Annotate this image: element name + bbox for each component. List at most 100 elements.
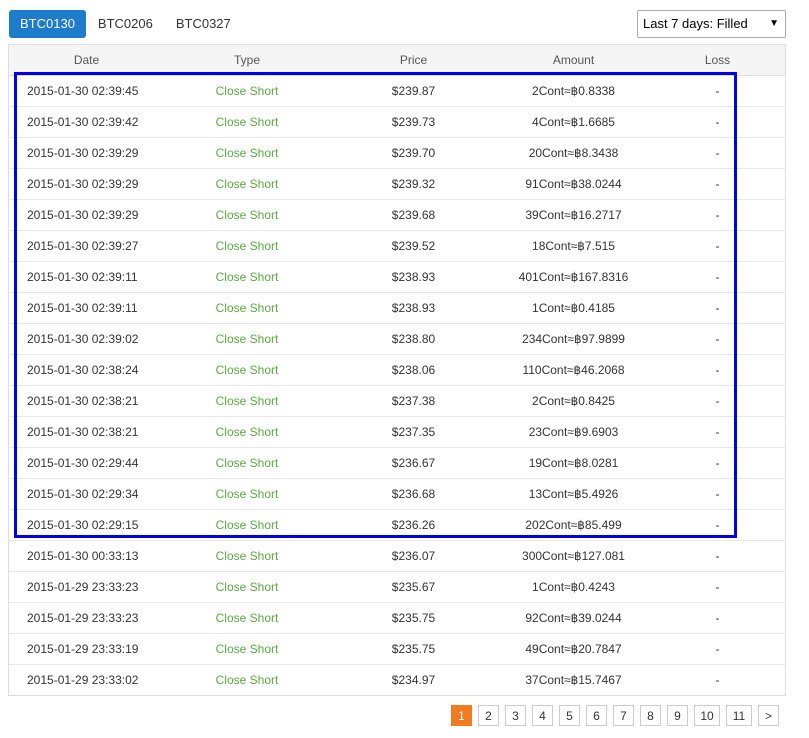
cell-loss: - (650, 571, 785, 603)
cell-price: $235.67 (330, 571, 497, 603)
cell-date: 2015-01-30 02:39:45 (27, 84, 139, 98)
header-amount[interactable]: Amount (497, 45, 650, 76)
cell-price: $239.32 (330, 168, 497, 200)
cell-amount: 37Cont≈฿15.7467 (497, 664, 650, 695)
cell-amount: 1Cont≈฿0.4185 (497, 292, 650, 324)
table-row: 2015-01-30 02:39:11 Close Short $238.93 401… (9, 261, 785, 293)
cell-type: Close Short (164, 261, 330, 293)
cell-type: Close Short (164, 106, 330, 138)
orders-table-container: Date Type Price Amount Loss 2015-01-30 0… (8, 44, 786, 696)
table-row: 2015-01-30 02:38:21 Close Short $237.38 2Co… (9, 385, 785, 417)
cell-amount: 91Cont≈฿38.0244 (497, 168, 650, 200)
cell-loss: - (650, 168, 785, 200)
cell-type: Close Short (164, 199, 330, 231)
cell-type: Close Short (164, 323, 330, 355)
cell-amount: 4Cont≈฿1.6685 (497, 106, 650, 138)
cell-date: 2015-01-30 00:33:13 (9, 540, 164, 572)
cell-date: 2015-01-30 02:39:02 (9, 323, 164, 355)
cell-price: $236.07 (330, 540, 497, 572)
page-button-6[interactable]: 6 (586, 705, 607, 726)
page-button-11[interactable]: 11 (726, 705, 752, 726)
cell-type: Close Short (164, 447, 330, 479)
cell-type: Close Short (164, 168, 330, 200)
header-price[interactable]: Price (330, 45, 497, 76)
cell-amount: 18Cont≈฿7.515 (497, 230, 650, 262)
cell-price: $235.75 (330, 602, 497, 634)
cell-price: $239.87 (391, 84, 436, 98)
cell-loss: - (650, 199, 785, 231)
cell-type: Close Short (164, 633, 330, 665)
cell-loss: - (650, 323, 785, 355)
page-button-1[interactable]: 1 (451, 705, 472, 726)
cell-date: 2015-01-30 02:29:44 (9, 447, 164, 479)
table-row: 2015-01-30 02:38:24 Close Short $238.06 110… (9, 354, 785, 386)
period-filter-select[interactable]: Last 7 days: Filled ▼ (637, 10, 786, 38)
tab-btc0206[interactable]: BTC0206 (87, 10, 164, 38)
header-date[interactable]: Date (9, 45, 164, 76)
cell-price: $238.06 (330, 354, 497, 386)
cell-loss: - (650, 633, 785, 665)
page-button-4[interactable]: 4 (532, 705, 553, 726)
page-button-10[interactable]: 10 (694, 705, 720, 726)
table-header-row: Date Type Price Amount Loss (9, 45, 785, 76)
cell-loss: - (650, 478, 785, 510)
header-type[interactable]: Type (164, 45, 330, 76)
cell-amount: 2Cont≈฿0.8338 (532, 84, 615, 98)
header-loss[interactable]: Loss (650, 45, 785, 76)
cell-date: 2015-01-30 02:38:24 (9, 354, 164, 386)
table-row: 2015-01-30 02:39:11 Close Short $238.93 1Co… (9, 292, 785, 324)
cell-price: $239.70 (330, 137, 497, 169)
cell-price: $235.75 (330, 633, 497, 665)
table-row: 2015-01-30 02:29:15 Close Short $236.26 202… (9, 509, 785, 541)
cell-date: 2015-01-29 23:33:23 (9, 571, 164, 603)
cell-loss: - (650, 664, 785, 695)
cell-price: $239.68 (330, 199, 497, 231)
cell-price: $236.26 (330, 509, 497, 541)
cell-type: Close Short (164, 137, 330, 169)
cell-date: 2015-01-30 02:38:21 (9, 385, 164, 417)
cell-loss: - (650, 447, 785, 479)
page-button-3[interactable]: 3 (505, 705, 526, 726)
cell-type: Close Short (164, 416, 330, 448)
table-row: 2015-01-30 02:39:27 Close Short $239.52 18C… (9, 230, 785, 262)
cell-amount: 92Cont≈฿39.0244 (497, 602, 650, 634)
cell-amount: 110Cont≈฿46.2068 (497, 354, 650, 386)
page-button-8[interactable]: 8 (640, 705, 661, 726)
cell-loss: - (650, 354, 785, 386)
next-page-button[interactable]: > (758, 705, 779, 726)
page-button-2[interactable]: 2 (478, 705, 499, 726)
cell-loss: - (650, 106, 785, 138)
cell-date: 2015-01-29 23:33:23 (9, 602, 164, 634)
cell-type: Close Short (164, 478, 330, 510)
page-button-9[interactable]: 9 (667, 705, 688, 726)
tab-btc0327[interactable]: BTC0327 (165, 10, 242, 38)
cell-price: $236.68 (330, 478, 497, 510)
table-row: 2015-01-30 00:33:13 Close Short $236.07 300… (9, 540, 785, 572)
cell-amount: 39Cont≈฿16.2717 (497, 199, 650, 231)
cell-loss: - (650, 540, 785, 572)
orders-table: Date Type Price Amount Loss 2015-01-30 0… (9, 45, 785, 695)
page-button-7[interactable]: 7 (613, 705, 634, 726)
cell-type: Close Short (164, 664, 330, 695)
cell-amount: 2Cont≈฿0.8425 (497, 385, 650, 417)
table-row: 2015-01-30 02:39:29 Close Short $239.32 91C… (9, 168, 785, 200)
cell-price: $236.67 (330, 447, 497, 479)
cell-date: 2015-01-30 02:39:29 (9, 168, 164, 200)
table-row: 2015-01-30 02:39:29 Close Short $239.68 39C… (9, 199, 785, 231)
cell-date: 2015-01-30 02:39:29 (9, 137, 164, 169)
cell-type: Close Short (164, 602, 330, 634)
cell-date: 2015-01-30 02:39:27 (9, 230, 164, 262)
table-row: 2015-01-30 02:29:44 Close Short $236.67 19C… (9, 447, 785, 479)
cell-price: $237.35 (330, 416, 497, 448)
tab-btc0130[interactable]: BTC0130 (9, 10, 86, 38)
cell-loss: - (650, 385, 785, 417)
table-row: 2015-01-29 23:33:23 Close Short $235.67 1Co… (9, 571, 785, 603)
page-button-5[interactable]: 5 (559, 705, 580, 726)
cell-amount: 401Cont≈฿167.8316 (497, 261, 650, 293)
table-row: 2015-01-29 23:33:23 Close Short $235.75 92C… (9, 602, 785, 634)
table-row: 2015-01-30 02:29:34 Close Short $236.68 13C… (9, 478, 785, 510)
cell-amount: 234Cont≈฿97.9899 (497, 323, 650, 355)
cell-loss: - (650, 602, 785, 634)
cell-type: Close Short (164, 385, 330, 417)
cell-price: $238.80 (330, 323, 497, 355)
